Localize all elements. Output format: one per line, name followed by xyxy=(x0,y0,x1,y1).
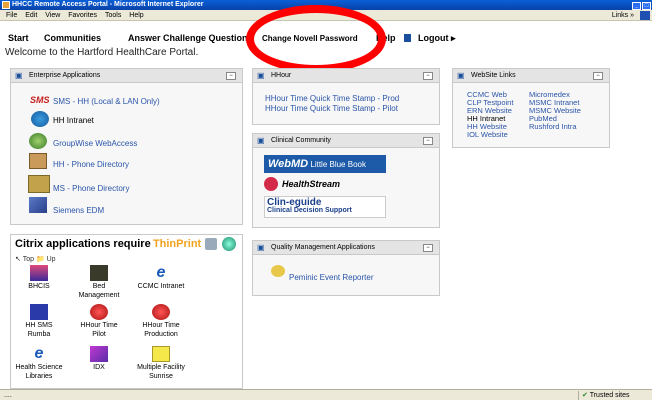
link-siemens-edm[interactable]: Siemens EDM xyxy=(53,206,104,215)
link-ms-phone[interactable]: MS - Phone Directory xyxy=(53,184,129,193)
phone-directory-icon xyxy=(29,153,47,169)
link-peminic[interactable]: Peminic Event Reporter xyxy=(289,273,373,282)
maximize-button[interactable]: □ xyxy=(642,2,651,10)
ie-logo-icon xyxy=(640,11,650,20)
logout-icon xyxy=(404,34,411,42)
thinprint-icon[interactable] xyxy=(205,238,217,250)
bed-management-icon xyxy=(90,265,108,281)
menu-favorites[interactable]: Favorites xyxy=(68,12,97,19)
app-hhour-pilot[interactable]: HHour Time Pilot xyxy=(74,304,124,339)
hhour-pilot-icon xyxy=(90,304,108,320)
enterprise-panel: ▣ Enterprise Applications − SMS SMS - HH (… xyxy=(10,68,243,225)
nav-answer-challenge[interactable]: Answer Challenge Questions xyxy=(128,33,253,43)
webmd-link[interactable]: WebMD Little Blue Book xyxy=(264,155,386,173)
groupwise-icon xyxy=(29,133,47,149)
panel-header: ▣ WebSite Links − xyxy=(453,69,609,83)
link-hh-intranet[interactable]: HH Intranet xyxy=(53,116,94,125)
status-bar: .... ✔ Trusted sites xyxy=(0,389,652,400)
citrix-panel: Citrix applications require ThinPrint ↖ … xyxy=(10,234,243,389)
window-controls: _ □ xyxy=(631,1,651,10)
trusted-icon: ✔ xyxy=(582,392,588,399)
welcome-text: Welcome to the Hartford HealthCare Porta… xyxy=(5,47,199,58)
nav-start[interactable]: Start xyxy=(8,33,29,43)
minimize-panel-button[interactable]: − xyxy=(423,137,433,145)
hhour-panel: ▣ HHour − HHour Time Quick Time Stamp - Pr… xyxy=(252,68,440,125)
website-links-panel: ▣ WebSite Links − CCMC Web CLP Testpoint E… xyxy=(452,68,610,148)
panel-header: ▣ Clinical Community − xyxy=(253,134,439,148)
link-groupwise[interactable]: GroupWise WebAccess xyxy=(53,139,137,148)
ie-icon: e xyxy=(34,345,44,362)
up-link[interactable]: 📁 Up xyxy=(36,256,56,263)
app-hh-sms-rumba[interactable]: HH SMS Rumba xyxy=(14,304,64,339)
sunrise-icon xyxy=(152,346,170,362)
menu-help[interactable]: Help xyxy=(129,12,143,19)
siemens-edm-icon xyxy=(29,197,47,213)
panel-header: ▣ Quality Management Applications − xyxy=(253,241,439,255)
bhcis-icon xyxy=(30,265,48,281)
red-highlight-circle xyxy=(246,5,386,73)
website-col2: Micromedex MSMC Intranet MSMC Website Pu… xyxy=(529,91,581,131)
sms-logo: SMS xyxy=(30,95,50,105)
citrix-title: Citrix applications require ThinPrint xyxy=(15,238,202,250)
idx-icon xyxy=(90,346,108,362)
app-icon: ▣ xyxy=(257,243,265,252)
minimize-panel-button[interactable]: − xyxy=(226,72,236,80)
app-idx[interactable]: IDX xyxy=(74,346,124,372)
phone-book-icon xyxy=(28,175,50,193)
healthstream-icon xyxy=(264,177,278,191)
menu-tools[interactable]: Tools xyxy=(105,12,121,19)
link-hh-phone[interactable]: HH - Phone Directory xyxy=(53,160,129,169)
app-bed-management[interactable]: Bed Management xyxy=(74,265,124,300)
app-icon: ▣ xyxy=(15,71,23,80)
link-hhour-pilot[interactable]: HHour Time Quick Time Stamp - Pilot xyxy=(265,104,398,113)
top-link[interactable]: ↖ Top xyxy=(15,256,34,263)
intranet-icon xyxy=(31,111,49,127)
hhour-production-icon xyxy=(152,304,170,320)
refresh-icon[interactable] xyxy=(222,237,236,251)
link-hhour-prod[interactable]: HHour Time Quick Time Stamp - Prod xyxy=(265,94,399,103)
minimize-panel-button[interactable]: − xyxy=(423,244,433,252)
app-hhour-production[interactable]: HHour Time Production xyxy=(136,304,186,339)
webmd-logo: WebMD xyxy=(268,158,309,170)
nav-logout[interactable]: Logout ▸ xyxy=(418,33,456,44)
minimize-panel-button[interactable]: − xyxy=(423,72,433,80)
app-icon: ▣ xyxy=(257,71,265,80)
app-icon: ▣ xyxy=(257,136,265,145)
citrix-nav: ↖ Top 📁 Up xyxy=(15,255,56,263)
clinical-panel: ▣ Clinical Community − WebMD Little Blue B… xyxy=(252,133,440,228)
menu-view[interactable]: View xyxy=(45,12,60,19)
minimize-button[interactable]: _ xyxy=(632,2,641,10)
app-ccmc-intranet[interactable]: e CCMC Intranet xyxy=(136,265,186,291)
status-text: .... xyxy=(4,392,12,399)
healthstream-link[interactable]: HealthStream xyxy=(264,177,386,191)
window-title: HHCC Remote Access Portal - Microsoft In… xyxy=(12,1,204,8)
rumba-icon xyxy=(30,304,48,320)
app-multiple-facility-sunrise[interactable]: Multiple Facility Sunrise xyxy=(136,346,186,381)
clin-eguide-link[interactable]: Clin-eguide Clinical Decision Support xyxy=(264,196,386,218)
menu-file[interactable]: File xyxy=(6,12,17,19)
zone-indicator: ✔ Trusted sites xyxy=(578,391,650,400)
peminic-icon xyxy=(271,265,285,277)
menu-edit[interactable]: Edit xyxy=(25,12,37,19)
app-bhcis[interactable]: BHCIS xyxy=(14,265,64,291)
nav-communities[interactable]: Communities xyxy=(44,33,101,43)
ie-page-icon xyxy=(2,1,10,9)
app-health-science-libraries[interactable]: e Health Science Libraries xyxy=(14,346,64,381)
quality-panel: ▣ Quality Management Applications − Pemini… xyxy=(252,240,440,296)
website-col1: CCMC Web CLP Testpoint ERN Website HH In… xyxy=(467,91,513,139)
ie-icon: e xyxy=(156,264,166,281)
link-iol-website[interactable]: IOL Website xyxy=(467,131,513,139)
link-rushford-intra[interactable]: Rushford Intra xyxy=(529,123,581,131)
panel-header: ▣ Enterprise Applications − xyxy=(11,69,242,83)
panel-header: ▣ HHour − xyxy=(253,69,439,83)
minimize-panel-button[interactable]: − xyxy=(593,72,603,80)
link-sms[interactable]: SMS - HH (Local & LAN Only) xyxy=(53,97,160,106)
links-toolbar[interactable]: Links » xyxy=(606,10,634,21)
app-icon: ▣ xyxy=(457,71,465,80)
